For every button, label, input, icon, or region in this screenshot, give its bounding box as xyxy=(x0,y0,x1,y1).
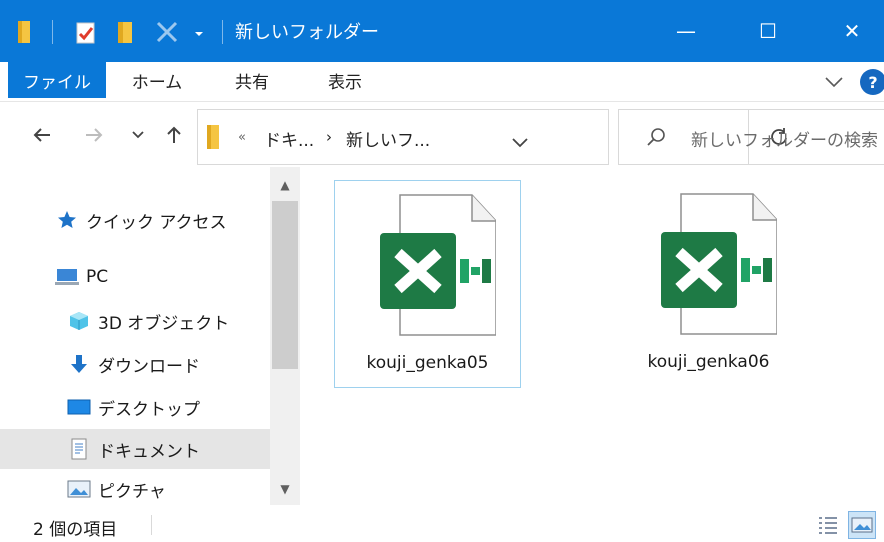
close-button[interactable]: ✕ xyxy=(830,12,874,50)
address-folder-icon xyxy=(204,124,222,154)
properties-icon[interactable] xyxy=(74,17,98,47)
navigation-pane: クイック アクセス PC 3D オブジェクト ダウンロード デスクトップ ドキュ… xyxy=(0,167,300,507)
download-icon xyxy=(66,353,92,375)
breadcrumb-overflow[interactable]: « xyxy=(238,130,246,145)
document-icon xyxy=(66,438,92,460)
customize-quick-access-icon[interactable] xyxy=(192,17,206,47)
arrow-up-icon xyxy=(167,126,181,143)
nav-item-downloads[interactable]: ダウンロード xyxy=(0,344,270,384)
cube-icon xyxy=(66,310,92,332)
breadcrumb-documents[interactable]: ドキ... xyxy=(264,126,314,151)
delete-icon[interactable] xyxy=(154,17,180,47)
new-folder-icon[interactable] xyxy=(114,17,136,47)
file-item-kouji-genka05[interactable]: kouji_genka05 xyxy=(334,180,521,388)
file-list: kouji_genka05 kouji_genka06 xyxy=(300,167,884,507)
expand-ribbon-icon[interactable] xyxy=(822,70,846,94)
chevron-down-icon xyxy=(512,138,528,148)
minimize-button[interactable]: — xyxy=(664,12,708,50)
window-title: 新しいフォルダー xyxy=(235,22,379,43)
title-bar: 新しいフォルダー — ☐ ✕ xyxy=(0,0,884,62)
nav-item-label: ダウンロード xyxy=(98,356,200,377)
up-button[interactable] xyxy=(160,119,188,151)
tab-file[interactable]: ファイル xyxy=(8,62,106,98)
arrow-right-icon xyxy=(86,128,103,142)
close-icon: ✕ xyxy=(843,19,861,43)
scrollbar-thumb[interactable] xyxy=(272,201,298,369)
nav-item-label: ピクチャ xyxy=(98,481,166,502)
tab-view[interactable]: 表示 xyxy=(314,62,376,98)
status-bar: 2 個の項目 xyxy=(0,507,884,542)
excel-file-icon xyxy=(379,194,496,336)
nav-item-quick-access[interactable]: クイック アクセス xyxy=(0,200,270,240)
computer-icon xyxy=(54,266,80,288)
scroll-up-arrow-icon[interactable]: ▲ xyxy=(270,173,300,197)
arrow-left-icon xyxy=(33,128,50,142)
excel-file-icon xyxy=(660,193,777,335)
recent-locations-button[interactable] xyxy=(124,119,152,151)
nav-item-label: デスクトップ xyxy=(98,399,200,420)
minimize-icon: — xyxy=(676,19,696,43)
nav-item-pc[interactable]: PC xyxy=(0,257,270,297)
desktop-icon xyxy=(66,396,92,418)
breadcrumb-current-folder[interactable]: 新しいフ... xyxy=(346,126,430,151)
file-name: kouji_genka06 xyxy=(647,352,770,372)
help-button[interactable]: ? xyxy=(860,69,884,95)
maximize-button[interactable]: ☐ xyxy=(746,12,790,50)
file-item-kouji-genka06[interactable]: kouji_genka06 xyxy=(615,180,802,388)
nav-item-label: クイック アクセス xyxy=(86,212,227,233)
nav-item-documents[interactable]: ドキュメント xyxy=(0,429,270,469)
details-view-icon xyxy=(819,517,837,534)
nav-item-desktop[interactable]: デスクトップ xyxy=(0,387,270,427)
nav-item-label: 3D オブジェクト xyxy=(98,313,230,334)
tab-share[interactable]: 共有 xyxy=(222,62,282,98)
maximize-icon: ☐ xyxy=(759,19,777,43)
large-icons-view-icon xyxy=(851,517,873,533)
nav-item-pictures[interactable]: ピクチャ xyxy=(0,472,270,506)
picture-icon xyxy=(66,478,92,500)
scroll-down-arrow-icon[interactable]: ▼ xyxy=(270,477,300,501)
star-icon xyxy=(54,209,80,231)
forward-button[interactable] xyxy=(80,119,108,151)
folder-icon xyxy=(16,17,34,47)
search-input[interactable]: 新しいフォルダーの検索 xyxy=(691,126,878,151)
chevron-down-icon xyxy=(132,131,144,139)
back-button[interactable] xyxy=(28,119,56,151)
nav-item-label: PC xyxy=(86,267,109,287)
item-count: 2 個の項目 xyxy=(33,520,118,540)
address-history-button[interactable] xyxy=(512,134,528,152)
navigation-bar: « ドキ... › 新しいフ... 新しいフォルダーの検索 xyxy=(0,103,884,167)
search-box[interactable]: 新しいフォルダーの検索 xyxy=(618,109,884,165)
large-icons-view-button[interactable] xyxy=(848,511,876,539)
file-name: kouji_genka05 xyxy=(366,353,489,373)
nav-item-3d-objects[interactable]: 3D オブジェクト xyxy=(0,301,270,341)
address-bar[interactable]: « ドキ... › 新しいフ... xyxy=(197,109,787,165)
ribbon-tabs: ファイル ホーム 共有 表示 ? xyxy=(0,62,884,102)
details-view-button[interactable] xyxy=(814,511,842,539)
tab-home[interactable]: ホーム xyxy=(122,62,192,98)
breadcrumb-separator: › xyxy=(326,128,332,146)
nav-item-label: ドキュメント xyxy=(98,441,200,462)
search-icon xyxy=(645,126,667,152)
nav-scrollbar[interactable]: ▲ ▼ xyxy=(270,167,300,505)
